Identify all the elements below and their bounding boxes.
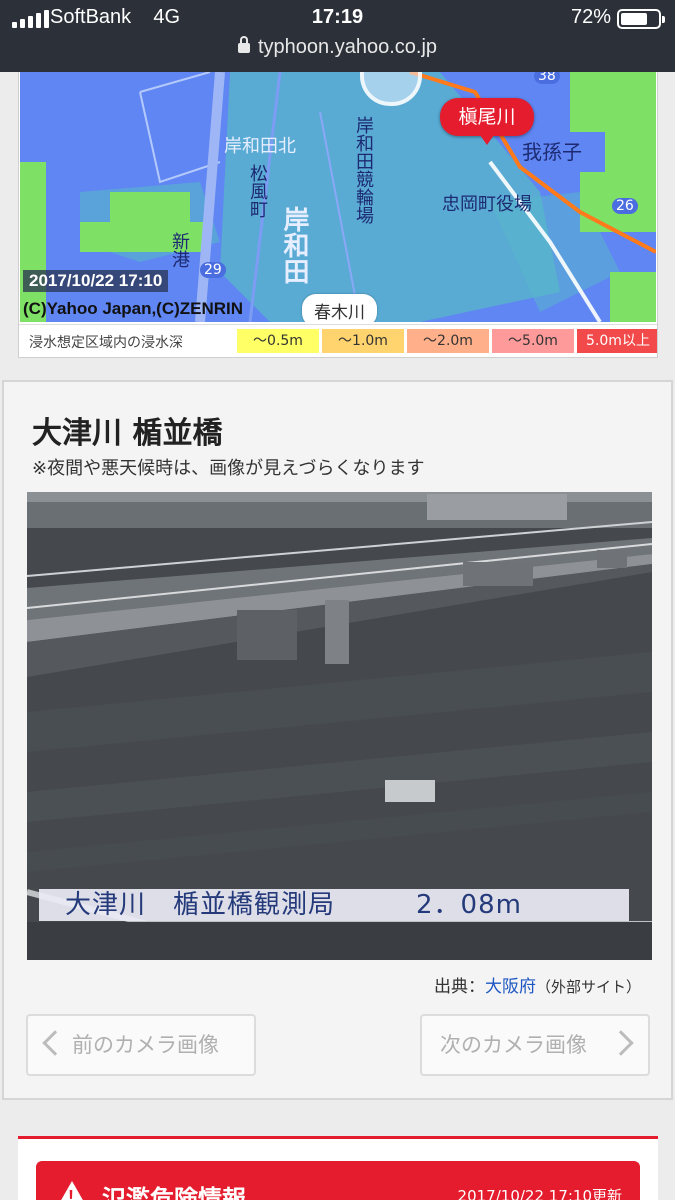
place-label: 松風町 — [247, 164, 268, 218]
camera-title: 大津川 楯並橋 — [32, 416, 223, 451]
camera-water-level-overlay: 大津川 楯並橋観測局 2．08m — [39, 889, 629, 921]
alert-updated-time: 2017/10/22 17:10更新 — [457, 1187, 622, 1200]
flood-depth-legend: 浸水想定区域内の浸水深 ～0.5m ～1.0m ～2.0m ～5.0m 5.0m以上 — [19, 324, 657, 356]
map-copyright: (C)Yahoo Japan,(C)ZENRIN — [23, 299, 244, 318]
route-label: 26 — [612, 198, 638, 214]
legend-items: ～0.5m ～1.0m ～2.0m ～5.0m 5.0m以上 — [237, 329, 657, 353]
flood-alert-header[interactable]: 氾濫危険情報 2017/10/22 17:10更新 — [36, 1161, 640, 1200]
source-link[interactable]: 大阪府 — [485, 977, 536, 997]
external-site-note: （外部サイト） — [535, 978, 641, 996]
next-camera-label: 次のカメラ画像 — [440, 1033, 587, 1057]
chevron-left-icon — [42, 1030, 68, 1056]
place-label: 忠岡町役場 — [442, 194, 532, 215]
legend-item: ～0.5m — [237, 329, 319, 353]
status-bar: SoftBank 4G 17:19 72% — [0, 0, 675, 38]
battery-fill — [621, 13, 647, 25]
flood-map[interactable]: 岸和田北 松風町 岸和田 岸和田競輪場 新港 我孫子 忠岡町役場 29 38 2… — [20, 72, 656, 322]
legend-item: ～1.0m — [322, 329, 404, 353]
image-source: 出典：大阪府（外部サイト） — [434, 972, 641, 997]
next-camera-button[interactable]: 次のカメラ画像 — [420, 1014, 650, 1076]
warning-icon — [56, 1181, 88, 1200]
river-camera-image: 大津川 楯並橋観測局 2．08m — [27, 492, 652, 960]
flood-alert-card: 氾濫危険情報 2017/10/22 17:10更新 — [18, 1136, 658, 1200]
river-chip-label[interactable]: 春木川 — [302, 294, 377, 322]
river-pin-marker[interactable]: 槇尾川 — [440, 98, 534, 145]
alert-title: 氾濫危険情報 — [102, 1185, 246, 1200]
route-label: 29 — [200, 262, 226, 278]
legend-item: ～2.0m — [407, 329, 489, 353]
legend-item: ～5.0m — [492, 329, 574, 353]
river-camera-card: 大津川 楯並橋 ※夜間や悪天候時は、画像が見えづらくなります 大津川 楯並橋観測… — [2, 380, 673, 1100]
browser-top-bar: SoftBank 4G 17:19 72% typhoon.yahoo.co.j… — [0, 0, 675, 72]
lock-icon — [237, 36, 250, 53]
route-label: 38 — [534, 72, 560, 84]
source-prefix: 出典： — [433, 977, 485, 997]
camera-note: ※夜間や悪天候時は、画像が見えづらくなります — [32, 458, 425, 479]
place-label: 新港 — [169, 232, 190, 268]
legend-item: 5.0m以上 — [577, 329, 657, 353]
previous-camera-label: 前のカメラ画像 — [72, 1033, 219, 1057]
flood-map-card: 岸和田北 松風町 岸和田 岸和田競輪場 新港 我孫子 忠岡町役場 29 38 2… — [18, 72, 658, 358]
url-bar[interactable]: typhoon.yahoo.co.jp — [0, 36, 675, 66]
previous-camera-button[interactable]: 前のカメラ画像 — [26, 1014, 256, 1076]
chevron-right-icon — [608, 1030, 634, 1056]
url-text: typhoon.yahoo.co.jp — [257, 36, 438, 58]
battery-percent: 72% — [570, 6, 611, 28]
place-label: 岸和田 — [279, 206, 309, 284]
map-timestamp: 2017/10/22 17:10 — [23, 270, 169, 292]
legend-title: 浸水想定区域内の浸水深 — [29, 335, 183, 351]
battery-icon — [617, 9, 665, 29]
place-label: 我孫子 — [522, 140, 582, 164]
place-label: 岸和田競輪場 — [353, 116, 374, 224]
place-label: 岸和田北 — [224, 136, 296, 157]
